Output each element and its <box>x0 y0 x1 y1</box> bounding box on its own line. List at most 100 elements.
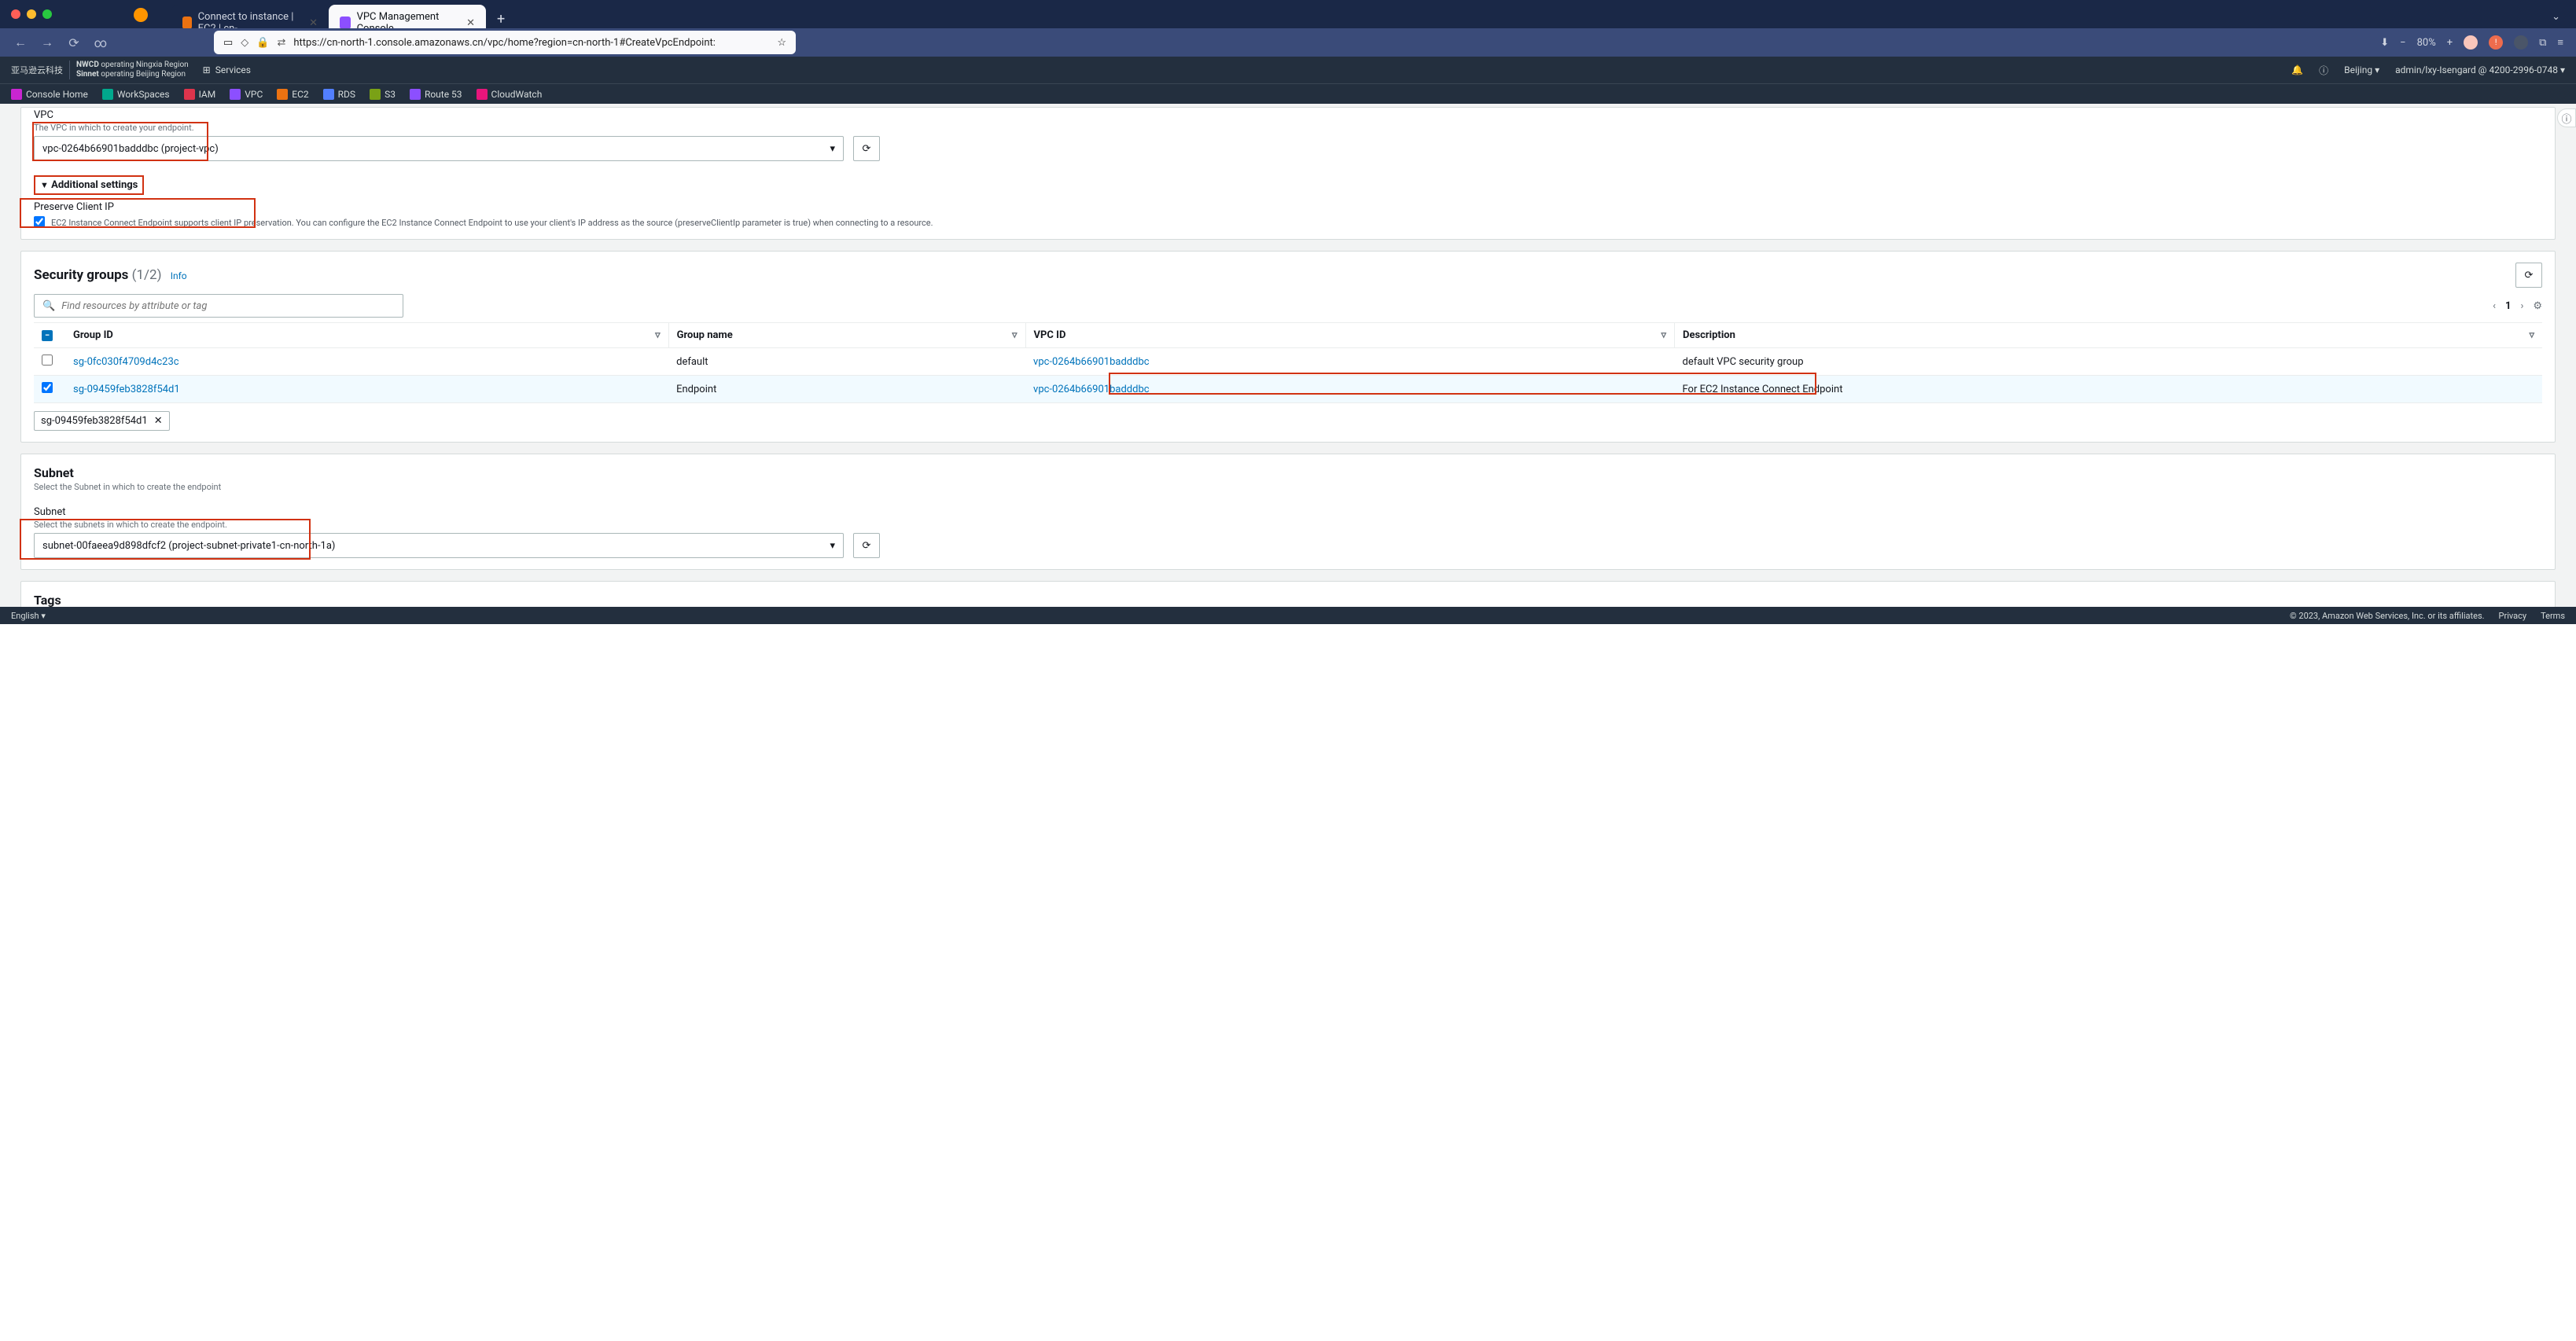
reload-button[interactable]: ⟳ <box>66 35 82 50</box>
lock-icon[interactable]: 🔒 <box>256 37 269 49</box>
grid-icon: ⊞ <box>203 64 211 75</box>
collapse-caret-icon[interactable]: ▼ <box>40 180 49 190</box>
sg-info-link[interactable]: Info <box>171 270 187 281</box>
close-icon[interactable]: ✕ <box>154 415 163 427</box>
privacy-link[interactable]: Privacy <box>2499 611 2527 621</box>
col-group-id[interactable]: Group ID▿ <box>65 323 668 348</box>
page-next-button[interactable]: › <box>2520 300 2523 312</box>
nav-vpc[interactable]: VPC <box>230 89 263 100</box>
info-drawer-toggle[interactable]: ⓘ <box>2557 108 2576 127</box>
sg-desc-cell: For EC2 Instance Connect Endpoint <box>1675 376 2543 403</box>
additional-settings-toggle[interactable]: Additional settings <box>51 179 138 191</box>
nav-iam[interactable]: IAM <box>184 89 216 100</box>
col-description[interactable]: Description▿ <box>1675 323 2543 348</box>
services-menu[interactable]: ⊞ Services <box>203 64 251 75</box>
extension-icon[interactable] <box>2514 35 2528 50</box>
vpc-select[interactable]: vpc-0264b66901badddbc (project-vpc) ▾ <box>34 136 844 161</box>
zoom-out-button[interactable]: − <box>2400 37 2405 49</box>
back-button[interactable]: ← <box>13 35 28 50</box>
aws-footer: English ▾ © 2023, Amazon Web Services, I… <box>0 607 2576 624</box>
subnet-refresh-button[interactable]: ⟳ <box>853 533 880 558</box>
terms-link[interactable]: Terms <box>2541 611 2565 621</box>
nav-s3[interactable]: S3 <box>370 89 396 100</box>
preserve-ip-checkbox[interactable] <box>34 216 45 227</box>
vpc-select-value: vpc-0264b66901badddbc (project-vpc) <box>42 143 219 155</box>
row-checkbox[interactable] <box>42 382 53 393</box>
preserve-ip-hint: EC2 Instance Connect Endpoint supports c… <box>51 218 933 228</box>
close-icon[interactable]: ✕ <box>309 17 318 29</box>
extension-noscript-icon[interactable] <box>2464 35 2478 50</box>
chevron-down-icon: ▾ <box>830 143 835 155</box>
main-content: ⓘ VPC The VPC in which to create your en… <box>0 104 2576 607</box>
shield-icon[interactable]: ◇ <box>241 37 248 49</box>
preserve-ip-label: Preserve Client IP <box>34 201 2542 213</box>
notifications-icon[interactable]: 🔔 <box>2291 64 2303 75</box>
aws-service-nav: Console Home WorkSpaces IAM VPC EC2 RDS … <box>0 83 2576 104</box>
downloads-icon[interactable]: ⬇ <box>2380 37 2389 49</box>
aws-cn-logo: 亚马逊云科技 <box>11 64 63 76</box>
vpc-id-link[interactable]: vpc-0264b66901badddbc <box>1033 356 1150 368</box>
subnet-title: Subnet <box>34 465 2542 480</box>
permissions-icon[interactable]: ⇄ <box>277 37 285 49</box>
close-icon[interactable]: ✕ <box>466 17 475 29</box>
nav-ec2[interactable]: EC2 <box>277 89 308 100</box>
subnet-field-hint: Select the subnets in which to create th… <box>34 520 2542 530</box>
help-icon[interactable]: ⓘ <box>2319 64 2328 77</box>
hamburger-menu-icon[interactable]: ≡ <box>2557 36 2563 49</box>
macos-minimize-button[interactable] <box>27 9 36 19</box>
nav-route53[interactable]: Route 53 <box>410 89 462 100</box>
sg-name-cell: Endpoint <box>668 376 1025 403</box>
sg-search-input[interactable]: 🔍 <box>34 294 403 318</box>
subnet-select[interactable]: subnet-00faeea9d898dfcf2 (project-subnet… <box>34 533 844 558</box>
region-selector[interactable]: Beijing ▾ <box>2344 64 2379 75</box>
sg-id-link[interactable]: sg-0fc030f4709d4c23c <box>73 356 179 368</box>
table-settings-icon[interactable]: ⚙ <box>2533 300 2542 312</box>
account-menu[interactable]: admin/lxy-Isengard @ 4200-2996-0748 ▾ <box>2395 64 2565 75</box>
sg-name-cell: default <box>668 348 1025 376</box>
forward-button[interactable]: → <box>39 35 55 50</box>
table-row[interactable]: sg-0fc030f4709d4c23c default vpc-0264b66… <box>34 348 2542 376</box>
selected-sg-chip[interactable]: sg-09459feb3828f54d1 ✕ <box>34 411 170 431</box>
browser-toolbar: ← → ⟳ ∞ ▭ ◇ 🔒 ⇄ https://cn-north-1.conso… <box>0 28 2576 57</box>
zoom-in-button[interactable]: + <box>2447 37 2453 49</box>
vpc-field-hint: The VPC in which to create your endpoint… <box>34 123 2542 133</box>
table-row[interactable]: sg-09459feb3828f54d1 Endpoint vpc-0264b6… <box>34 376 2542 403</box>
aws-console-header: 亚马逊云科技 NWCD NWCD operating Ningxia Regio… <box>0 57 2576 83</box>
sg-desc-cell: default VPC security group <box>1675 348 2543 376</box>
sg-id-link[interactable]: sg-09459feb3828f54d1 <box>73 384 180 395</box>
aws-favicon <box>340 17 351 29</box>
vpc-id-link[interactable]: vpc-0264b66901badddbc <box>1033 384 1150 395</box>
subnet-panel: Subnet Select the Subnet in which to cre… <box>20 454 2556 570</box>
extension-badge-icon[interactable]: ! <box>2489 35 2503 50</box>
tags-title: Tags <box>34 593 2542 607</box>
bookmark-star-icon[interactable]: ☆ <box>777 37 786 49</box>
vpc-refresh-button[interactable]: ⟳ <box>853 136 880 161</box>
language-selector[interactable]: English ▾ <box>11 611 46 621</box>
aws-partner-label: Sinnet operating Beijing Region <box>76 70 189 79</box>
subnet-select-value: subnet-00faeea9d898dfcf2 (project-subnet… <box>42 540 335 552</box>
subnet-title-hint: Select the Subnet in which to create the… <box>34 482 2542 492</box>
aws-favicon <box>182 17 192 29</box>
nav-cloudwatch[interactable]: CloudWatch <box>477 89 543 100</box>
nav-rds[interactable]: RDS <box>323 89 355 100</box>
subnet-field-label: Subnet <box>34 506 2542 518</box>
macos-close-button[interactable] <box>11 9 20 19</box>
macos-zoom-button[interactable] <box>42 9 52 19</box>
col-vpc-id[interactable]: VPC ID▿ <box>1025 323 1674 348</box>
reader-icon[interactable]: ▭ <box>223 37 233 49</box>
select-all-checkbox[interactable]: − <box>42 330 53 341</box>
row-checkbox[interactable] <box>42 355 53 366</box>
tags-panel: Tags Key Value - optional 🔍 ✕ 🔍 ✕ Remove… <box>20 581 2556 607</box>
sg-refresh-button[interactable]: ⟳ <box>2515 263 2542 288</box>
url-input[interactable]: ▭ ◇ 🔒 ⇄ https://cn-north-1.console.amazo… <box>214 31 796 54</box>
nav-console-home[interactable]: Console Home <box>11 89 88 100</box>
page-prev-button[interactable]: ‹ <box>2493 300 2496 312</box>
security-groups-panel: Security groups (1/2) Info ⟳ 🔍 ‹ 1 › ⚙ −… <box>20 251 2556 443</box>
vpc-field-label: VPC <box>34 109 2542 121</box>
tab-overflow-button[interactable]: ⌄ <box>2536 5 2576 29</box>
firefox-icon <box>134 8 148 22</box>
nav-workspaces[interactable]: WorkSpaces <box>102 89 170 100</box>
extensions-icon[interactable]: ⧉ <box>2539 37 2546 49</box>
col-group-name[interactable]: Group name▿ <box>668 323 1025 348</box>
mask-icon[interactable]: ∞ <box>93 35 109 50</box>
